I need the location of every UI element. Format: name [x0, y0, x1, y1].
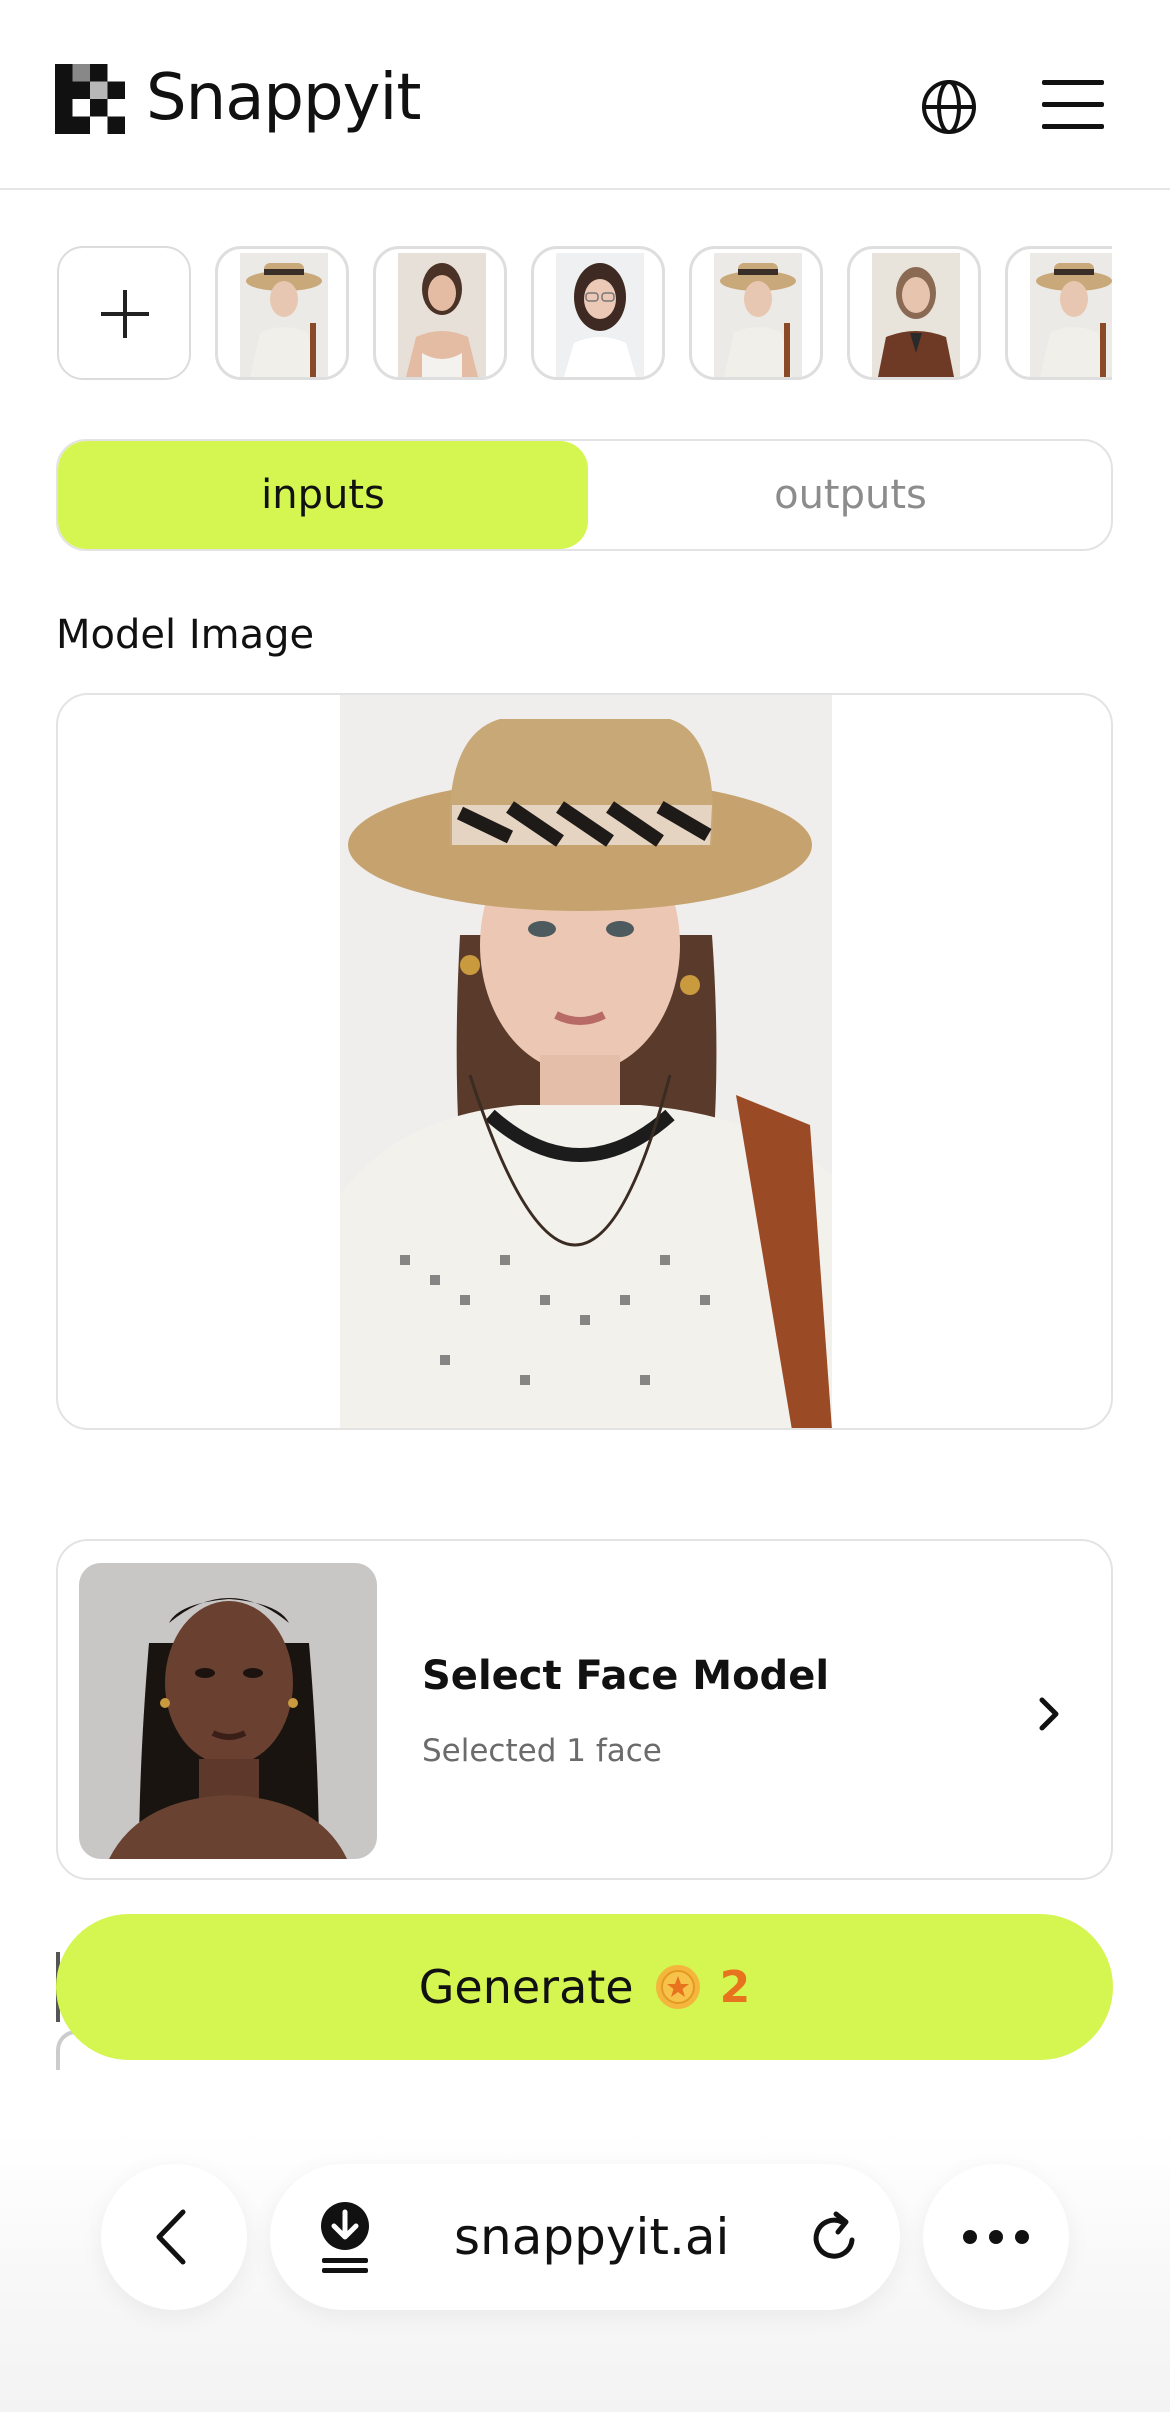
thumbnail-hat-model-3[interactable]: [1005, 246, 1112, 380]
brand-name[interactable]: Snappyit: [146, 58, 421, 138]
model-photo: [340, 695, 832, 1428]
globe-icon[interactable]: [920, 78, 978, 136]
back-arrow-icon: [156, 2209, 186, 2265]
more-dots-icon: [963, 2230, 1029, 2244]
browser-url-bar[interactable]: snappyit.ai: [270, 2164, 900, 2310]
face-model-subtitle: Selected 1 face: [422, 1733, 662, 1769]
model-image-label: Model Image: [56, 612, 315, 658]
coin-icon: [655, 1965, 700, 2009]
url-text: snappyit.ai: [454, 2208, 730, 2266]
model-thumbnail-image: [398, 253, 486, 377]
input-output-tabs: inputs outputs: [56, 439, 1113, 551]
model-thumbnail-image: [1030, 253, 1112, 377]
thumbnail-hat-model[interactable]: [215, 246, 349, 380]
face-model-photo: [79, 1563, 377, 1859]
model-image-card[interactable]: [56, 693, 1113, 1430]
hidden-content-edge: [56, 2030, 76, 2070]
plus-icon: [101, 290, 149, 338]
thumbnail-blazer-model[interactable]: [847, 246, 981, 380]
face-model-title: Select Face Model: [422, 1653, 830, 1699]
generate-label: Generate: [418, 1960, 634, 2014]
model-thumbnail-image: [240, 253, 328, 377]
tab-inputs[interactable]: inputs: [58, 441, 588, 549]
reload-icon[interactable]: [808, 2210, 864, 2266]
hamburger-menu-icon[interactable]: [1042, 78, 1104, 132]
model-thumbnail-image: [556, 253, 644, 377]
add-image-button[interactable]: [57, 246, 191, 380]
checker-logo-icon[interactable]: [55, 64, 125, 134]
select-face-model-card[interactable]: Select Face Model Selected 1 face: [56, 1539, 1113, 1880]
thumbnail-brunette-model[interactable]: [373, 246, 507, 380]
thumbnail-strip: [57, 246, 1112, 382]
header: Snappyit: [0, 0, 1170, 190]
thumbnail-glasses-model[interactable]: [531, 246, 665, 380]
browser-more-button[interactable]: [923, 2164, 1069, 2310]
model-thumbnail-image: [714, 253, 802, 377]
tab-outputs[interactable]: outputs: [588, 441, 1111, 549]
generate-button[interactable]: Generate 2: [56, 1914, 1113, 2060]
generate-cost: 2: [719, 1961, 751, 2013]
download-icon[interactable]: [316, 2200, 374, 2274]
thumbnail-hat-model-2[interactable]: [689, 246, 823, 380]
chevron-right-icon[interactable]: [1034, 1696, 1064, 1732]
browser-back-button[interactable]: [101, 2164, 247, 2310]
model-thumbnail-image: [872, 253, 960, 377]
